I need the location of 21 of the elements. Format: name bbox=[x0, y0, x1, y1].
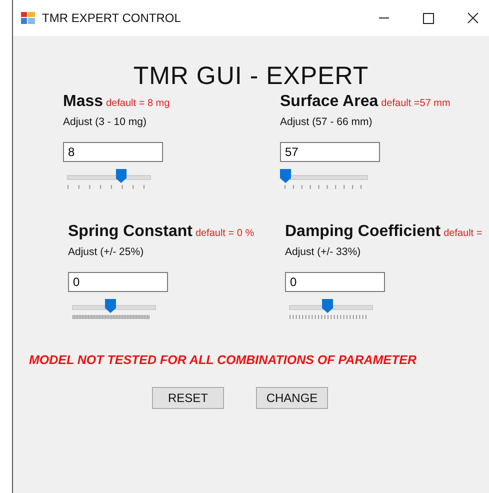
range-label: Adjust (+/- 25%) bbox=[68, 246, 145, 258]
parameter-name: Damping Coefficient bbox=[285, 223, 441, 241]
parameter-name: Surface Area bbox=[280, 93, 378, 111]
range-label: Adjust (3 - 10 mg) bbox=[63, 116, 148, 128]
value-field[interactable]: 0 bbox=[68, 272, 168, 292]
value-field[interactable]: 0 bbox=[285, 272, 385, 292]
default-note: default = 0 % bbox=[195, 228, 254, 239]
default-note: default = 8 mg bbox=[106, 98, 170, 109]
action-button[interactable]: CHANGE bbox=[256, 387, 328, 409]
parameter-name: Spring Constant bbox=[68, 223, 192, 241]
value-field[interactable]: 57 bbox=[280, 142, 380, 162]
parameter-name: Mass bbox=[63, 93, 104, 111]
warning-message: MODEL NOT TESTED FOR ALL COMBINATIONS OF PARAMETER bbox=[29, 353, 418, 367]
range-label: Adjust (+/- 33%) bbox=[285, 246, 362, 258]
action-button[interactable]: RESET bbox=[152, 387, 224, 409]
window-title: TMR EXPERT CONTROL bbox=[42, 11, 181, 25]
default-note: default =57 mm bbox=[381, 98, 450, 109]
page-heading: TMR GUI - EXPERT bbox=[132, 62, 370, 91]
default-note: default = bbox=[444, 228, 482, 239]
range-label: Adjust (57 - 66 mm) bbox=[280, 116, 374, 128]
value-field[interactable]: 8 bbox=[63, 142, 163, 162]
